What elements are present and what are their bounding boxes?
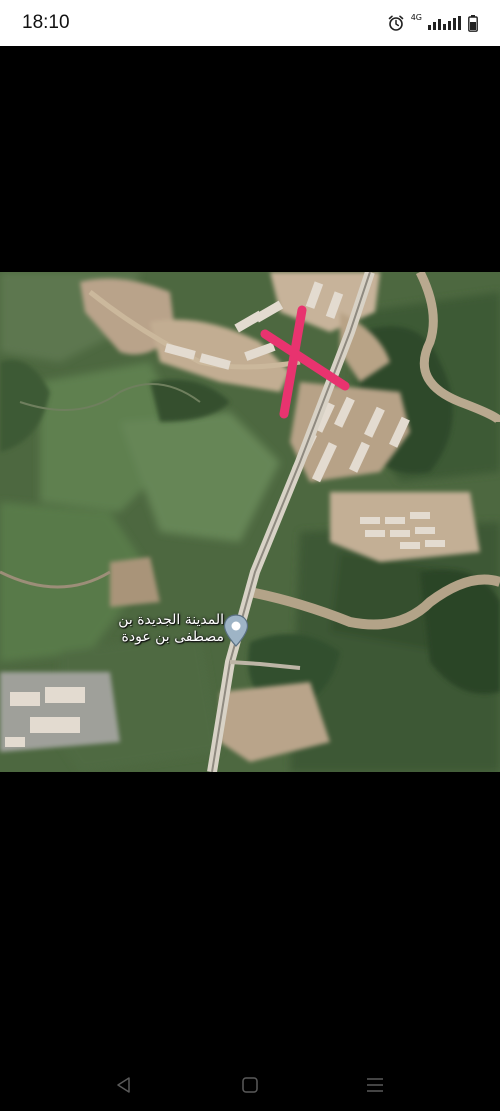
status-time: 18:10 — [22, 12, 70, 33]
battery-icon — [468, 14, 478, 32]
home-icon[interactable] — [230, 1067, 270, 1103]
back-icon[interactable] — [104, 1067, 144, 1103]
recents-icon[interactable] — [355, 1067, 395, 1103]
status-bar: 18:10 4G — [0, 0, 500, 46]
image-viewer[interactable]: المدينة الجديدة بن مصطفى بن عودة — [0, 46, 500, 1059]
status-icons: 4G — [387, 14, 478, 32]
signal-icon — [428, 16, 462, 30]
satellite-map-image[interactable]: المدينة الجديدة بن مصطفى بن عودة — [0, 272, 500, 772]
network-type-label: 4G — [410, 13, 422, 22]
navigation-bar — [0, 1059, 500, 1111]
place-label-line-2: مصطفى بن عودة — [121, 629, 224, 645]
place-label[interactable]: المدينة الجديدة بن مصطفى بن عودة — [82, 612, 224, 646]
place-label-line-1: المدينة الجديدة بن — [118, 612, 224, 628]
location-pin-icon[interactable] — [222, 613, 250, 649]
alarm-icon — [387, 14, 405, 32]
